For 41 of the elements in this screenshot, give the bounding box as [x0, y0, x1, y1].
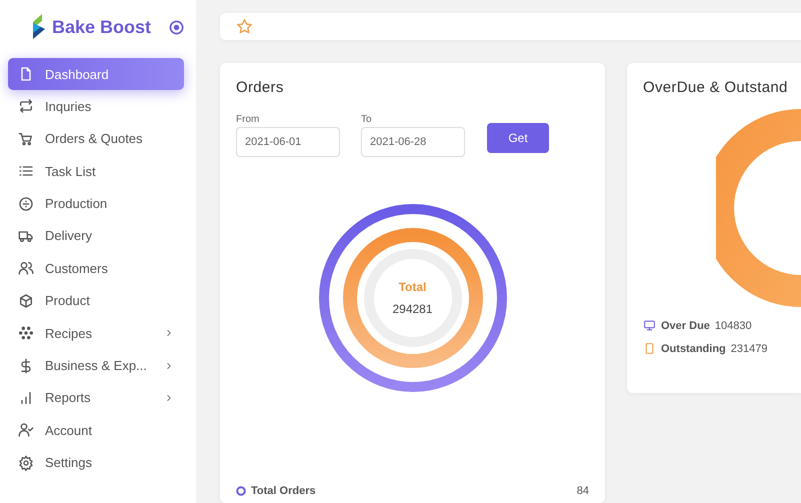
legend-value: 84 [576, 485, 589, 497]
legend-label: Over Due [661, 320, 710, 332]
legend-value: 231479 [730, 342, 768, 354]
repeat-icon [18, 98, 34, 114]
dots-cluster-icon [18, 325, 34, 342]
sidebar-item[interactable]: Dashboard [8, 58, 184, 90]
sidebar-item[interactable]: Account [8, 414, 184, 446]
legend-value: 104830 [714, 320, 752, 332]
to-label: To [361, 114, 373, 125]
settings-icon [18, 454, 34, 471]
sidebar-item[interactable]: Production [8, 188, 184, 220]
logo-icon [30, 14, 46, 40]
sidebar-item[interactable]: Reports [8, 382, 184, 414]
brand-name: Bake Boost [52, 16, 152, 38]
sidebar-item[interactable]: Settings [8, 446, 184, 479]
card-title: Orders [236, 79, 285, 96]
user-check-icon [18, 422, 34, 438]
divide-circle-icon [18, 196, 34, 212]
sidebar-item[interactable]: Product [8, 284, 184, 317]
cube-icon [18, 292, 34, 309]
total-label: Total [398, 280, 426, 294]
sidebar-item[interactable]: Customers [8, 252, 184, 284]
date-field[interactable]: 2021-06-28 [361, 127, 465, 157]
sidebar-item[interactable]: Orders & Quotes [8, 122, 184, 155]
star-icon[interactable] [236, 18, 253, 35]
legend-label: Outstanding [661, 342, 726, 354]
ring-icon [236, 486, 246, 496]
users-icon [18, 260, 34, 276]
date-field[interactable]: 2021-06-01 [236, 127, 340, 157]
target-icon[interactable] [169, 20, 184, 34]
from-label: From [236, 114, 260, 125]
sidebar-item[interactable]: Inquries [8, 90, 184, 122]
sidebar-item[interactable]: Business & Exp... [8, 350, 184, 382]
get-button[interactable]: Get [487, 123, 549, 153]
card-title: OverDue & Outstand [643, 79, 789, 96]
sidebar-item[interactable]: Delivery [8, 220, 184, 252]
cart-icon [18, 130, 34, 147]
sidebar-item[interactable]: Recipes [8, 317, 184, 350]
total-value: 294281 [392, 302, 433, 316]
sidebar-item[interactable]: Task List [8, 155, 184, 188]
legend-label: Total Orders [251, 485, 317, 497]
